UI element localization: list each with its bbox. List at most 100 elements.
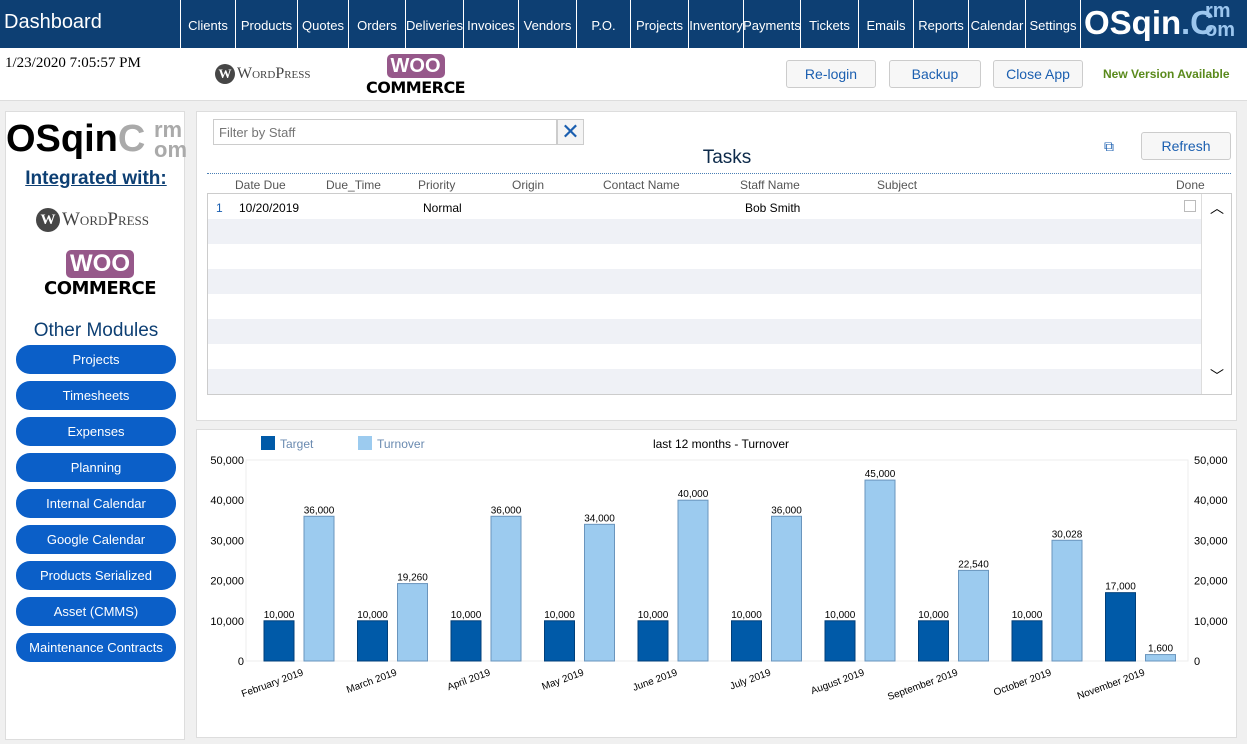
column-header[interactable]: Date Due	[235, 178, 286, 192]
table-row[interactable]: 1 10/20/2019 Normal Bob Smith	[208, 194, 1202, 219]
bar-target	[824, 620, 856, 662]
x-tick-label: June 2019	[631, 667, 679, 693]
cell-num: 1	[216, 201, 223, 215]
nav-orders[interactable]: Orders	[348, 0, 405, 48]
x-tick-label: September 2019	[886, 667, 960, 703]
bar-target	[357, 620, 388, 662]
nav-projects[interactable]: Projects	[630, 0, 688, 48]
y-tick-label-right: 40,000	[1194, 495, 1228, 507]
scroll-down-icon[interactable]: ﹀	[1202, 366, 1232, 386]
divider	[207, 173, 1231, 174]
sidebar: OSqinC rm om Integrated with: W WordPress W…	[5, 111, 187, 740]
woocommerce-logo: WOO COMMERCE	[366, 54, 466, 97]
x-tick-label: March 2019	[345, 667, 399, 696]
column-header[interactable]: Due_Time	[326, 178, 381, 192]
bar-turnover	[397, 583, 428, 662]
module-button-planning[interactable]: Planning	[16, 453, 176, 482]
y-tick-label-right: 30,000	[1194, 535, 1228, 547]
bar-turnover	[771, 515, 802, 662]
table-row[interactable]	[208, 219, 1202, 244]
nav-inventory[interactable]: Inventory	[688, 0, 743, 48]
bar-turnover	[584, 523, 615, 662]
module-button-asset-cmms-[interactable]: Asset (CMMS)	[16, 597, 176, 626]
nav-invoices[interactable]: Invoices	[463, 0, 518, 48]
x-tick-label: October 2019	[992, 667, 1053, 698]
bar-turnover	[958, 569, 989, 662]
module-button-google-calendar[interactable]: Google Calendar	[16, 525, 176, 554]
x-tick-label: November 2019	[1076, 667, 1147, 702]
table-row[interactable]	[208, 244, 1202, 269]
column-header[interactable]: Priority	[418, 178, 455, 192]
data-label: 36,000	[491, 505, 522, 516]
data-label: 10,000	[1012, 610, 1043, 621]
column-header[interactable]: Subject	[877, 178, 917, 192]
bar-target	[263, 620, 295, 662]
cell-staff: Bob Smith	[745, 201, 801, 215]
column-header[interactable]: Contact Name	[603, 178, 680, 192]
legend-swatch-target	[261, 436, 275, 450]
table-row[interactable]	[208, 294, 1202, 319]
module-button-expenses[interactable]: Expenses	[16, 417, 176, 446]
main-nav: Clients Products Quotes Orders Deliveries Inv…	[180, 0, 1080, 48]
legend-label-turnover: Turnover	[377, 437, 425, 451]
table-row[interactable]	[208, 269, 1202, 294]
refresh-button[interactable]: Refresh	[1141, 132, 1231, 160]
wordpress-logo: W WordPress	[215, 64, 311, 84]
bar-target	[1105, 592, 1136, 662]
column-header[interactable]: Staff Name	[740, 178, 800, 192]
data-label: 10,000	[451, 610, 482, 621]
nav-tickets[interactable]: Tickets	[800, 0, 858, 48]
clear-filter-icon[interactable]: ✕	[557, 119, 584, 145]
column-header[interactable]: Done	[1176, 178, 1205, 192]
nav-settings[interactable]: Settings	[1025, 0, 1080, 48]
nav-po[interactable]: P.O.	[576, 0, 630, 48]
tasks-title: Tasks	[702, 147, 752, 168]
bar-target	[544, 620, 575, 662]
external-link-icon[interactable]: ⧉	[1104, 138, 1114, 155]
column-header[interactable]: Origin	[512, 178, 544, 192]
module-button-products-serialized[interactable]: Products Serialized	[16, 561, 176, 590]
nav-calendar[interactable]: Calendar	[968, 0, 1025, 48]
bar-turnover	[490, 515, 522, 662]
close-app-button[interactable]: Close App	[993, 60, 1083, 88]
table-row[interactable]	[208, 319, 1202, 344]
scrollbar[interactable]: ︿ ﹀	[1201, 194, 1231, 394]
relogin-button[interactable]: Re-login	[786, 60, 876, 88]
nav-deliveries[interactable]: Deliveries	[405, 0, 463, 48]
backup-button[interactable]: Backup	[889, 60, 981, 88]
nav-payments[interactable]: Payments	[743, 0, 801, 48]
module-button-projects[interactable]: Projects	[16, 345, 176, 374]
new-version-link[interactable]: New Version Available	[1103, 67, 1230, 81]
y-tick-label-left: 50,000	[210, 455, 244, 467]
y-tick-label-right: 20,000	[1194, 576, 1228, 588]
nav-emails[interactable]: Emails	[858, 0, 913, 48]
scroll-up-icon[interactable]: ︿	[1202, 198, 1232, 218]
y-tick-label-left: 40,000	[210, 495, 244, 507]
nav-products[interactable]: Products	[235, 0, 297, 48]
y-tick-label-left: 30,000	[210, 535, 244, 547]
nav-clients[interactable]: Clients	[180, 0, 235, 48]
y-tick-label-right: 10,000	[1194, 616, 1228, 628]
module-button-internal-calendar[interactable]: Internal Calendar	[16, 489, 176, 518]
datetime: 1/23/2020 7:05:57 PM	[5, 55, 141, 71]
table-row[interactable]	[208, 369, 1202, 394]
data-label: 36,000	[304, 505, 335, 516]
data-label: 10,000	[264, 610, 295, 621]
nav-reports[interactable]: Reports	[913, 0, 968, 48]
table-row[interactable]	[208, 344, 1202, 369]
nav-vendors[interactable]: Vendors	[518, 0, 576, 48]
cell-date_due: 10/20/2019	[239, 201, 300, 215]
legend-swatch-turnover	[358, 436, 372, 450]
y-tick-label-right: 0	[1194, 656, 1200, 668]
turnover-chart-panel: 0 0 10,000 10,000 20,000 20,000 30,000 30,000 40…	[196, 429, 1237, 738]
filter-staff-input[interactable]	[213, 119, 557, 145]
module-button-maintenance-contracts[interactable]: Maintenance Contracts	[16, 633, 176, 662]
bar-target	[918, 620, 949, 662]
data-label: 10,000	[544, 610, 575, 621]
module-button-timesheets[interactable]: Timesheets	[16, 381, 176, 410]
y-tick-label-right: 50,000	[1194, 455, 1228, 467]
x-tick-label: February 2019	[240, 667, 305, 700]
nav-quotes[interactable]: Quotes	[297, 0, 348, 48]
done-checkbox[interactable]	[1184, 200, 1196, 212]
x-tick-label: May 2019	[540, 667, 585, 693]
